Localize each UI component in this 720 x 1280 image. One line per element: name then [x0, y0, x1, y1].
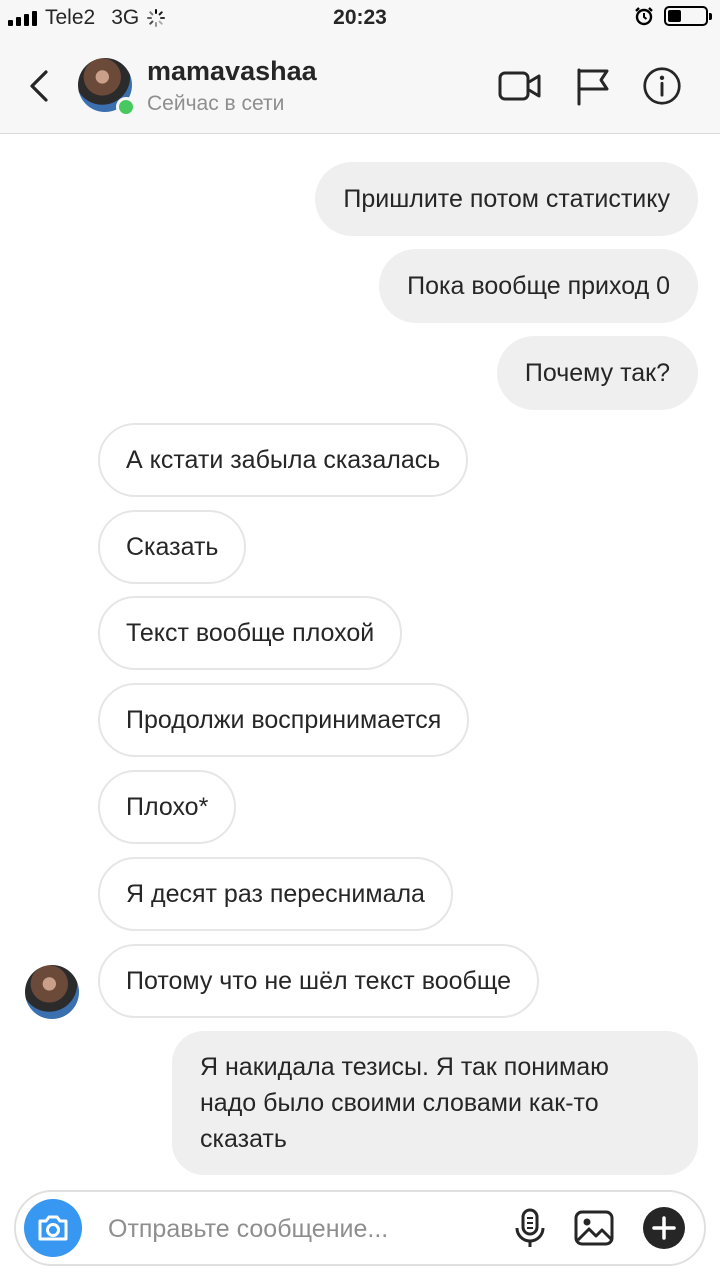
clock: 20:23	[333, 6, 387, 29]
message-input[interactable]	[106, 1210, 470, 1248]
incoming-message[interactable]: Плохо*	[98, 770, 237, 844]
gallery-icon[interactable]	[572, 1206, 616, 1250]
plus-icon[interactable]	[642, 1206, 686, 1250]
back-chevron-icon[interactable]	[22, 64, 58, 108]
incoming-message[interactable]: Текст вообще плохой	[98, 596, 403, 670]
alarm-clock-icon	[635, 7, 653, 26]
incoming-message[interactable]: Потому что не шёл текст вообще	[98, 944, 540, 1018]
incoming-message[interactable]: Продолжи воспринимается	[98, 683, 470, 757]
outgoing-message[interactable]: Почему так?	[496, 336, 698, 410]
battery-icon	[664, 6, 712, 26]
info-icon[interactable]	[640, 66, 684, 106]
flag-icon[interactable]	[572, 66, 616, 106]
camera-icon	[38, 1215, 68, 1241]
chat-username[interactable]: mamavashaa	[147, 56, 317, 87]
outgoing-message[interactable]: Пока вообще приход 0	[379, 249, 698, 323]
status-bar: Tele2 3G 20:23	[0, 0, 720, 36]
microphone-icon[interactable]	[508, 1206, 552, 1250]
outgoing-message[interactable]: Пришлите потом статистику	[315, 162, 698, 236]
sender-avatar[interactable]	[25, 965, 79, 1019]
incoming-message[interactable]: Я десят раз переснимала	[98, 857, 453, 931]
video-call-icon[interactable]	[498, 66, 542, 106]
camera-button[interactable]	[24, 1199, 82, 1257]
outgoing-message[interactable]: Я накидала тезисы. Я так понимаю надо бы…	[172, 1031, 698, 1175]
chat-header: mamavashaa Сейчас в сети	[0, 36, 720, 134]
message-composer	[14, 1190, 706, 1266]
presence-status: Сейчас в сети	[147, 92, 285, 115]
online-indicator	[116, 97, 136, 117]
incoming-message[interactable]: Сказать	[98, 510, 247, 584]
incoming-message[interactable]: А кстати забыла сказалась	[98, 423, 469, 497]
